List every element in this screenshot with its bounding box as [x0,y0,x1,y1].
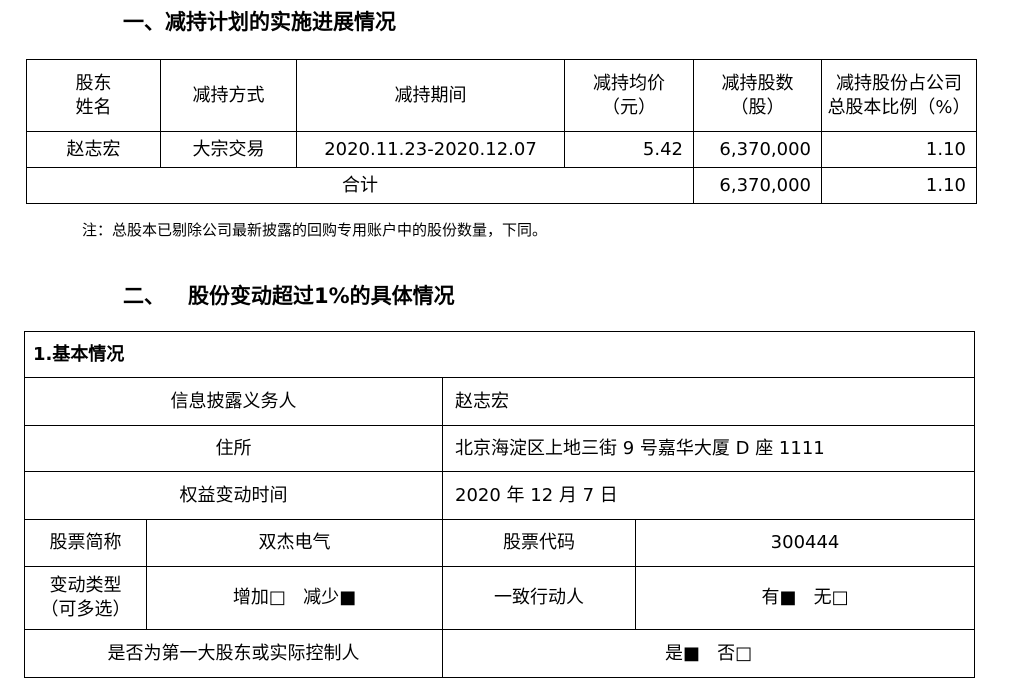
discloser-label: 信息披露义务人 [24,377,443,426]
cell-shares: 6,370,000 [693,131,822,168]
section1-heading: 一、减持计划的实施进展情况 [123,10,396,34]
table-total-row: 合计 6,370,000 1.10 [26,167,977,204]
stock-code-label: 股票代码 [442,519,636,567]
controller-value: 是■ 否□ [441,629,976,678]
section2-heading-number: 二、 [123,284,165,308]
stock-abbr-value: 双杰电气 [146,519,443,567]
label-line: 变动类型 [49,575,122,596]
header-period: 减持期间 [296,59,565,132]
change-time-value: 2020 年 12 月 7 日 [441,471,976,520]
stock-code-value: 300444 [634,519,976,567]
section2-heading: 股份变动超过1%的具体情况 [188,284,455,308]
header-shareholder-name: 股东 姓名 [26,59,161,132]
header-line: 减持股数 [721,72,794,94]
cell-total-shares: 6,370,000 [693,167,822,204]
header-line: （元） [602,96,656,118]
concert-value: 有■ 无□ [634,566,976,630]
table-row: 变动类型 （可多选） 增加□ 减少■ 一致行动人 有■ 无□ [24,566,976,630]
stock-abbr-label: 股票简称 [24,519,147,567]
controller-label: 是否为第一大股东或实际控制人 [24,629,443,678]
header-method: 减持方式 [160,59,297,132]
header-ratio: 减持股份占公司 总股本比例（%） [821,59,977,132]
cell-name: 赵志宏 [26,131,161,168]
header-avg-price: 减持均价 （元） [564,59,694,132]
share-change-table: 1.基本情况 信息披露义务人 赵志宏 住所 北京海淀区上地三街 9 号嘉华大厦 … [23,331,976,678]
cell-method: 大宗交易 [160,131,297,168]
discloser-value: 赵志宏 [441,377,976,426]
table-header-row: 股东 姓名 减持方式 减持期间 减持均价 （元） 减持股数 （股） 减持股份占公… [26,59,977,132]
header-line: 总股本比例（%） [827,96,971,118]
address-label: 住所 [24,425,443,472]
basic-info-title-row: 1.基本情况 [23,331,976,378]
reduction-progress-table: 股东 姓名 减持方式 减持期间 减持均价 （元） 减持股数 （股） 减持股份占公… [26,59,977,204]
cell-ratio: 1.10 [821,131,977,168]
table-row: 是否为第一大股东或实际控制人 是■ 否□ [24,629,976,678]
header-line: 减持均价 [593,72,665,94]
header-shares: 减持股数 （股） [693,59,822,132]
cell-avg-price: 5.42 [564,131,694,168]
header-line: 减持股份占公司 [836,72,962,94]
table-row: 股票简称 双杰电气 股票代码 300444 [24,519,976,567]
cell-total-label: 合计 [26,167,694,204]
change-time-label: 权益变动时间 [24,471,443,520]
label-line: （可多选） [40,599,131,620]
cell-period: 2020.11.23-2020.12.07 [296,131,565,168]
header-line: （股） [730,96,785,118]
header-line: 姓名 [75,96,112,118]
change-type-label: 变动类型 （可多选） [24,566,147,630]
table-footnote: 注：总股本已剔除公司最新披露的回购专用账户中的股份数量，下同。 [82,221,548,239]
basic-info-title: 1.基本情况 [23,331,976,378]
table-row: 信息披露义务人 赵志宏 [24,377,976,426]
concert-label: 一致行动人 [442,566,636,630]
table-row: 赵志宏 大宗交易 2020.11.23-2020.12.07 5.42 6,37… [26,131,977,168]
address-value: 北京海淀区上地三街 9 号嘉华大厦 D 座 1111 [441,425,976,472]
table-row: 住所 北京海淀区上地三街 9 号嘉华大厦 D 座 1111 [24,425,976,472]
cell-total-ratio: 1.10 [821,167,977,204]
header-line: 股东 [75,72,112,94]
table-row: 权益变动时间 2020 年 12 月 7 日 [24,471,976,520]
change-type-value: 增加□ 减少■ [146,566,443,630]
